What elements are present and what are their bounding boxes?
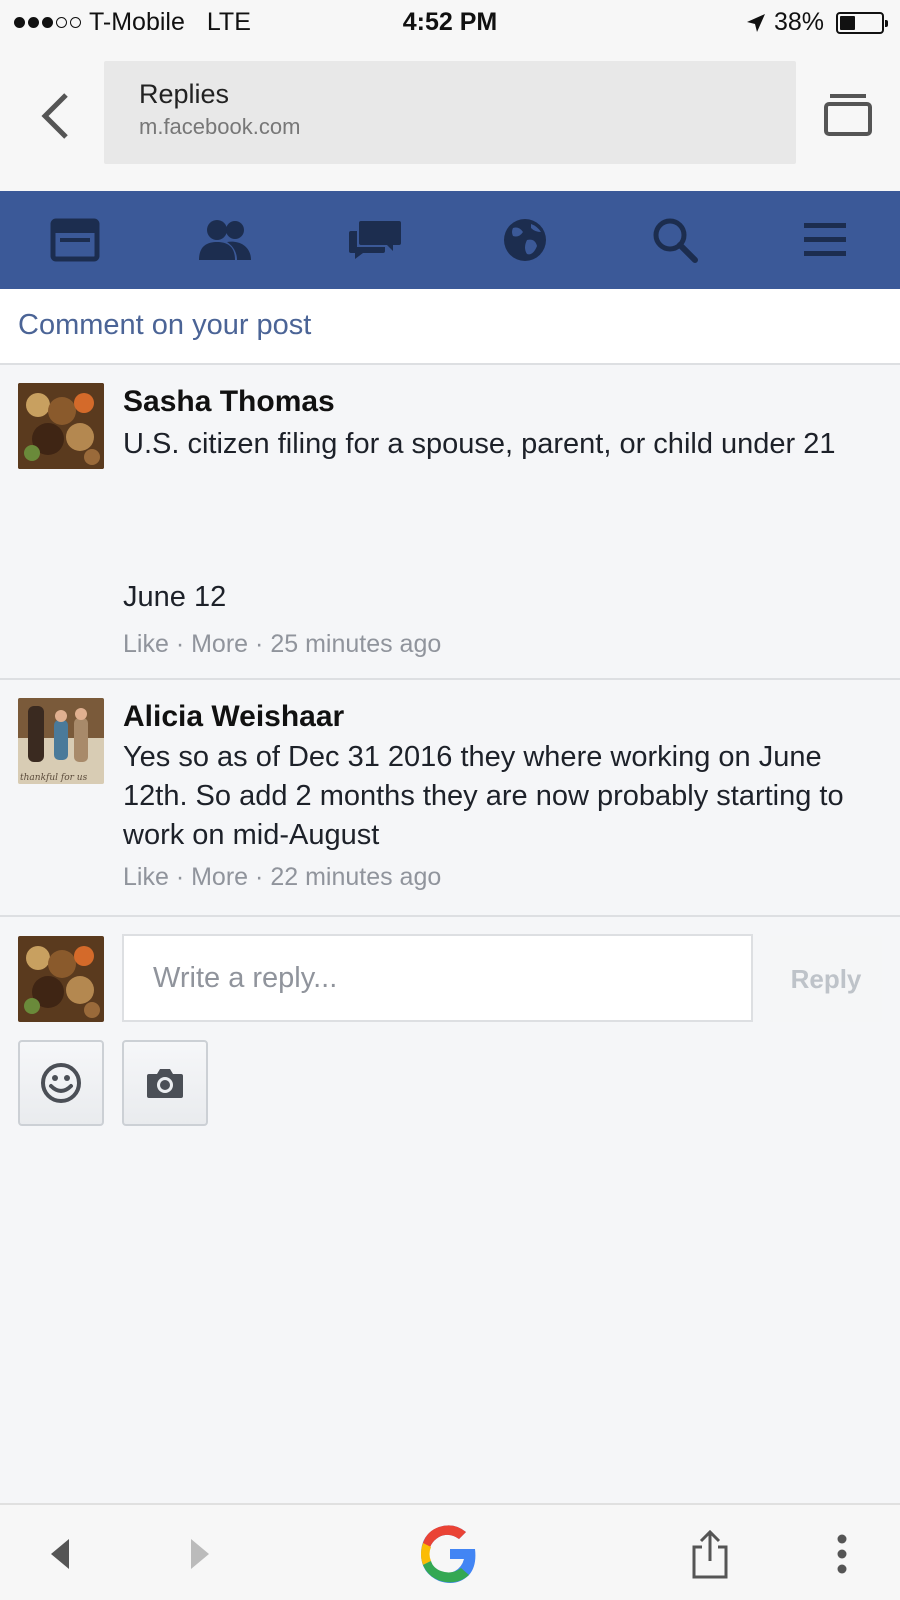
google-button[interactable] — [410, 1505, 490, 1600]
comment-meta: Like · More · 25 minutes ago — [123, 630, 442, 658]
reply-button[interactable]: Reply — [770, 936, 882, 1022]
tabs-icon — [824, 94, 872, 136]
comment-extra-text: June 12 — [123, 581, 227, 613]
tabs-button[interactable] — [820, 88, 876, 144]
nav-friends[interactable] — [150, 191, 300, 289]
nav-search[interactable] — [600, 191, 750, 289]
camera-icon — [147, 1069, 183, 1098]
comment-item: thankful for us Alicia Weishaar Yes so a… — [0, 680, 900, 917]
status-bar: T-Mobile LTE 4:52 PM 38% — [0, 0, 900, 46]
location-arrow-icon — [746, 13, 765, 32]
comment-text: U.S. citizen filing for a spouse, parent… — [123, 428, 836, 460]
comment-timestamp: 25 minutes ago — [270, 630, 442, 658]
section-header-link[interactable]: Comment on your post — [18, 309, 311, 342]
chevron-left-icon — [41, 93, 68, 139]
camera-button[interactable] — [122, 1040, 208, 1126]
browser-back-nav[interactable] — [30, 1505, 90, 1600]
page-domain: m.facebook.com — [139, 114, 301, 139]
like-link[interactable]: Like — [123, 630, 169, 658]
emoji-button[interactable] — [18, 1040, 104, 1126]
forward-arrow-icon — [191, 1538, 209, 1569]
more-vertical-icon — [837, 1534, 847, 1573]
comment-author[interactable]: Alicia Weishaar — [123, 700, 344, 734]
search-icon — [653, 218, 698, 263]
avatar[interactable] — [18, 383, 104, 469]
nav-notifications[interactable] — [450, 191, 600, 289]
browser-back-button[interactable] — [30, 86, 80, 146]
more-link[interactable]: More — [191, 630, 248, 658]
comment-timestamp: 22 minutes ago — [270, 863, 442, 891]
avatar[interactable]: thankful for us — [18, 698, 104, 784]
nav-menu[interactable] — [750, 191, 900, 289]
more-link[interactable]: More — [191, 863, 248, 891]
browser-toolbar — [0, 1503, 900, 1600]
comment-item: Sasha Thomas U.S. citizen filing for a s… — [0, 365, 900, 680]
reply-input[interactable] — [122, 934, 753, 1022]
facebook-nav-bar — [0, 191, 900, 289]
friends-icon — [199, 220, 251, 260]
page-title: Replies — [139, 79, 230, 109]
address-bar[interactable]: Replies m.facebook.com — [104, 61, 796, 164]
messages-icon — [349, 221, 401, 259]
smiley-icon — [41, 1063, 81, 1103]
notifications-globe-icon — [504, 219, 546, 261]
back-arrow-icon — [51, 1538, 69, 1569]
comment-text: Yes so as of Dec 31 2016 they where work… — [123, 741, 844, 851]
browser-bar: Replies m.facebook.com — [0, 46, 900, 191]
share-button[interactable] — [680, 1505, 740, 1600]
like-link[interactable]: Like — [123, 863, 169, 891]
nav-messages[interactable] — [300, 191, 450, 289]
reply-avatar — [18, 936, 104, 1022]
comment-meta: Like · More · 22 minutes ago — [123, 863, 442, 891]
menu-icon — [804, 223, 846, 256]
browser-forward-nav[interactable] — [170, 1505, 230, 1600]
nav-news-feed[interactable] — [0, 191, 150, 289]
battery-percent: 38% — [773, 8, 824, 36]
more-options-button[interactable] — [812, 1505, 872, 1600]
avatar-caption: thankful for us — [20, 773, 88, 783]
google-icon — [421, 1524, 476, 1583]
news-feed-icon — [50, 218, 100, 262]
share-icon — [692, 1529, 728, 1578]
section-header: Comment on your post — [0, 289, 900, 365]
battery-icon — [836, 11, 888, 34]
comment-author[interactable]: Sasha Thomas — [123, 385, 335, 419]
